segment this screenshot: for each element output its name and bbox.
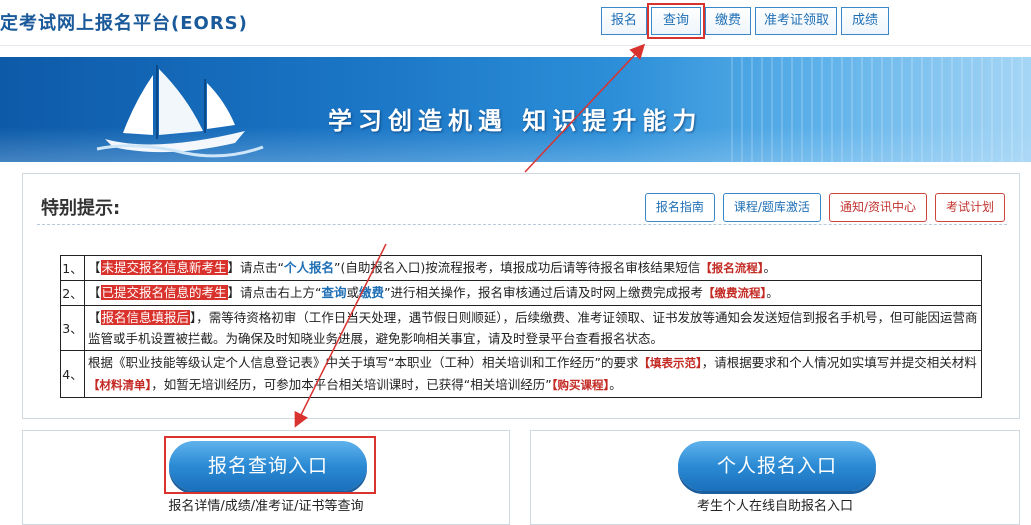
nav-query-button[interactable]: 查询 xyxy=(647,3,705,39)
query-entry-caption: 报名详情/成绩/准考证/证书等查询 xyxy=(168,499,364,514)
text: 。 xyxy=(763,260,777,275)
notice-divider xyxy=(37,224,1007,225)
top-nav: 报名 查询 缴费 准考证领取 成绩 xyxy=(601,3,893,39)
text: ，请根据要求和个人情况如实填写并提交相关材料 xyxy=(701,355,977,370)
sailing-ship-icon xyxy=(96,65,264,158)
banner-slogan: 学习创造机遇 知识提升能力 xyxy=(328,106,703,135)
text: ”进行相关操作，报名审核通过后请及时网上缴费完成报考 xyxy=(384,285,704,300)
row-text: 【报名信息填报后】，需等待资格初审（工作日当天处理，遇节假日则顺延），后续缴费、… xyxy=(84,305,982,351)
payment-process-link[interactable]: 【缴费流程】 xyxy=(703,286,766,300)
nav-register-button[interactable]: 报名 xyxy=(601,7,647,35)
notice-row: 2、 【已提交报名信息的考生】请点击右上方“查询或缴费”进行相关操作，报名审核通… xyxy=(60,280,982,306)
row-index: 2、 xyxy=(60,280,85,306)
form-example-link[interactable]: 【填表示范】 xyxy=(638,356,701,370)
materials-list-link[interactable]: 【材料清单】 xyxy=(88,378,151,392)
course-activation-button[interactable]: 课程/题库激活 xyxy=(722,193,821,222)
query-link[interactable]: 查询 xyxy=(322,285,347,300)
news-center-button[interactable]: 通知/资讯中心 xyxy=(828,193,927,222)
text: 【 xyxy=(88,260,101,275)
row-text: 【未提交报名信息新考生】请点击“个人报名”(自助报名入口)按流程报考，填报成功后… xyxy=(84,255,982,281)
personal-register-entry-button[interactable]: 个人报名入口 xyxy=(678,441,876,491)
header: 定考试网上报名平台(EORS) 报名 查询 缴费 准考证领取 成绩 xyxy=(0,0,1031,46)
text: 。 xyxy=(766,285,779,300)
text: 【 xyxy=(88,285,101,300)
notice-table: 1、 【未提交报名信息新考生】请点击“个人报名”(自助报名入口)按流程报考，填报… xyxy=(60,255,982,398)
text: 】，需等待资格初审（工作日当天处理，遇节假日则顺延），后续缴费、准考证领取、证书… xyxy=(88,310,978,346)
text: 】请点击右上方“ xyxy=(227,285,322,300)
banner: 学习创造机遇 知识提升能力 xyxy=(0,57,1031,162)
row-index: 1、 xyxy=(60,255,85,281)
buy-course-link[interactable]: 【购买课程】 xyxy=(552,378,610,392)
registration-process-link[interactable]: 【报名流程】 xyxy=(700,261,763,275)
text: 。 xyxy=(609,377,622,392)
highlight-label: 已提交报名信息的考生 xyxy=(100,285,228,300)
highlight-label: 报名信息填报后 xyxy=(100,310,191,325)
registration-guide-button[interactable]: 报名指南 xyxy=(644,193,715,222)
highlight-box xyxy=(164,436,376,494)
register-entry-box: 个人报名入口 考生个人在线自助报名入口 xyxy=(530,430,1020,525)
row-index: 3、 xyxy=(60,305,85,351)
text: ，如暂无培训经历，可参加本平台相关培训课时，已获得“相关培训经历” xyxy=(151,377,552,392)
notice-row: 3、 【报名信息填报后】，需等待资格初审（工作日当天处理，遇节假日则顺延），后续… xyxy=(60,305,982,351)
notice-title: 特别提示: xyxy=(41,198,121,219)
notice-tabs: 报名指南 课程/题库激活 通知/资讯中心 考试计划 xyxy=(637,193,1005,222)
text: ”(自助报名入口)按流程报考，填报成功后请等待报名审核结果短信 xyxy=(334,260,701,275)
nav-score-button[interactable]: 成绩 xyxy=(841,7,889,35)
row-text: 根据《职业技能等级认定个人信息登记表》中关于填写“本职业（工种）相关培训和工作经… xyxy=(84,350,982,398)
payment-link[interactable]: 缴费 xyxy=(359,285,384,300)
text: 】请点击“ xyxy=(227,260,285,275)
text: 根据《职业技能等级认定个人信息登记表》中关于填写“本职业（工种）相关培训和工作经… xyxy=(88,355,639,370)
nav-payment-button[interactable]: 缴费 xyxy=(705,7,751,35)
exam-plan-button[interactable]: 考试计划 xyxy=(934,193,1005,222)
text: 【 xyxy=(88,310,101,325)
row-text: 【已提交报名信息的考生】请点击右上方“查询或缴费”进行相关操作，报名审核通过后请… xyxy=(84,280,982,306)
nav-admission-ticket-button[interactable]: 准考证领取 xyxy=(755,7,837,35)
register-entry-caption: 考生个人在线自助报名入口 xyxy=(696,499,853,514)
notice-row: 4、 根据《职业技能等级认定个人信息登记表》中关于填写“本职业（工种）相关培训和… xyxy=(60,350,982,398)
notice-row: 1、 【未提交报名信息新考生】请点击“个人报名”(自助报名入口)按流程报考，填报… xyxy=(60,255,982,281)
site-title: 定考试网上报名平台(EORS) xyxy=(0,13,248,34)
text: 或 xyxy=(346,285,360,300)
personal-register-link[interactable]: 个人报名 xyxy=(284,260,334,275)
highlight-label: 未提交报名信息新考生 xyxy=(100,260,228,275)
special-notice-panel: 特别提示: 报名指南 课程/题库激活 通知/资讯中心 考试计划 1、 【未提交报… xyxy=(22,173,1020,419)
row-index: 4、 xyxy=(60,350,85,398)
